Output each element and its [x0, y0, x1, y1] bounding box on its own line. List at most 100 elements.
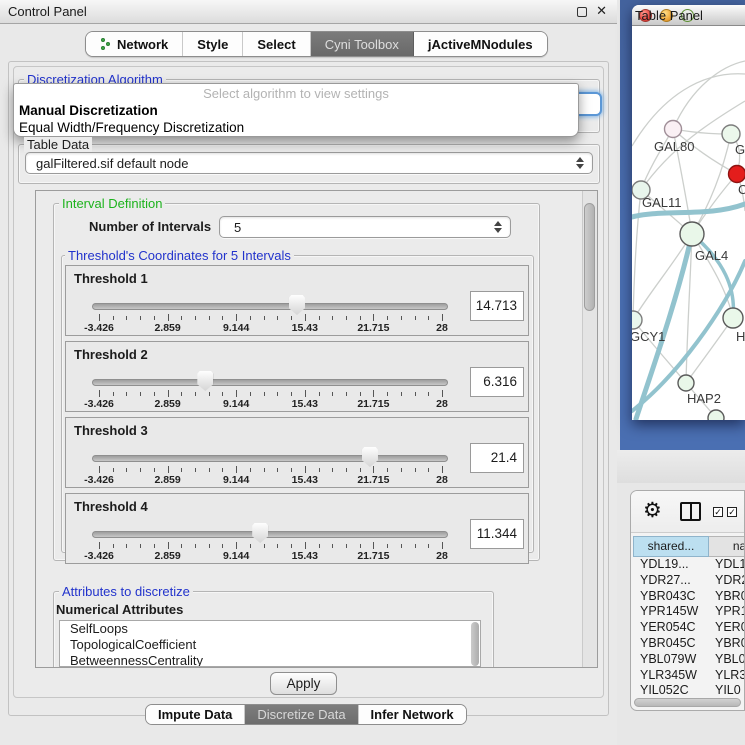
tab-network[interactable]: Network: [86, 32, 183, 56]
threshold-value-field[interactable]: 21.4: [470, 443, 524, 473]
interval-definition-title: Interval Definition: [59, 196, 165, 211]
table-row[interactable]: YPR145WYPR1: [631, 604, 745, 620]
num-intervals-combobox[interactable]: 5: [219, 216, 511, 238]
node-gcy1[interactable]: [632, 311, 642, 329]
close-icon[interactable]: ✕: [596, 3, 607, 19]
apply-button[interactable]: Apply: [270, 672, 337, 695]
node-gal4[interactable]: [680, 222, 704, 246]
cell-name: YLR3: [715, 668, 745, 684]
tab-cyni-toolbox[interactable]: Cyni Toolbox: [311, 32, 414, 56]
list-scrollbar[interactable]: [471, 622, 479, 666]
cell-name: YDR2: [715, 573, 745, 589]
threshold-label: Threshold 4: [74, 499, 148, 514]
checkbox-icon[interactable]: ✓: [727, 507, 737, 517]
num-intervals-label: Number of Intervals: [89, 219, 211, 234]
cell-name: YER0: [715, 620, 745, 636]
column-layout-icon[interactable]: [680, 502, 701, 521]
table-row[interactable]: YLR345WYLR3: [631, 668, 745, 684]
tab-label: jActiveMNodules: [428, 37, 533, 52]
tab-infer-network[interactable]: Infer Network: [359, 705, 466, 724]
table-row[interactable]: YER054C YER0: [631, 620, 745, 636]
node-label: G: [735, 142, 745, 157]
slider-thumb[interactable]: [197, 371, 213, 391]
tick-label: 28: [436, 550, 448, 562]
table-data-title: Table Data: [24, 137, 92, 152]
threshold-value-field[interactable]: 11.344: [470, 519, 524, 549]
network-canvas[interactable]: GAL80 GAL11 GAL4 GCY1 HAP2 H G C: [632, 26, 745, 420]
control-panel-window: Control Panel ✕ Network Style Select Cyn…: [0, 0, 617, 745]
tab-jactivemnodules[interactable]: jActiveMNodules: [414, 32, 547, 56]
tick-label: 15.43: [292, 322, 318, 334]
numerical-attributes-label: Numerical Attributes: [56, 602, 183, 617]
slider-tickmarks: [99, 542, 442, 550]
control-panel-tabs: Network Style Select Cyni Toolbox jActiv…: [85, 31, 548, 57]
tab-impute-data[interactable]: Impute Data: [146, 705, 245, 724]
checkbox-icon[interactable]: ✓: [713, 507, 723, 517]
cell-name: YBR0: [715, 589, 745, 605]
node-label: C: [738, 182, 745, 197]
threshold-panel: Threshold 3 -3.4262.8599.14415.4321.7152…: [65, 417, 529, 488]
node-selected-red[interactable]: [729, 166, 745, 183]
numerical-attributes-list: SelfLoopsTopologicalCoefficientBetweenne…: [59, 620, 481, 667]
dropdown-item-equal-width[interactable]: Equal Width/Frequency Discretization: [19, 120, 244, 135]
column-header-shared-name[interactable]: shared...: [633, 536, 709, 557]
tick-label: 15.43: [292, 550, 318, 562]
dropdown-item-manual[interactable]: Manual Discretization: [19, 103, 158, 118]
table-data-combobox[interactable]: galFiltered.sif default node: [25, 152, 593, 174]
table-row[interactable]: YIL052CYIL0: [631, 683, 745, 699]
node-gal80[interactable]: [665, 121, 682, 138]
node-label: HAP2: [687, 391, 721, 406]
tick-label: 21.715: [357, 474, 389, 486]
horizontal-scrollbar-thumb[interactable]: [634, 698, 741, 707]
node[interactable]: [723, 308, 743, 328]
screen: Control Panel ✕ Network Style Select Cyn…: [0, 0, 745, 745]
slider-track[interactable]: [92, 455, 448, 462]
slider-thumb[interactable]: [289, 295, 305, 315]
tick-label: 28: [436, 474, 448, 486]
tick-label: -3.426: [84, 474, 114, 486]
tick-label: 15.43: [292, 398, 318, 410]
vertical-scrollbar-thumb[interactable]: [584, 203, 595, 311]
gear-icon[interactable]: ⚙: [643, 498, 662, 523]
threshold-panel: Threshold 1 -3.4262.8599.14415.4321.7152…: [65, 265, 529, 336]
tab-label: Cyni Toolbox: [325, 37, 399, 52]
node-hap2[interactable]: [678, 375, 694, 391]
slider-ticklabels: -3.4262.8599.14415.4321.71528: [99, 474, 442, 486]
slider-thumb[interactable]: [362, 447, 378, 467]
slider-thumb[interactable]: [252, 523, 268, 543]
cell-shared-name: YER054C: [640, 620, 696, 636]
attribute-item[interactable]: TopologicalCoefficient: [60, 637, 480, 653]
table-panel-titlebar: [617, 450, 745, 483]
tick-label: 2.859: [154, 550, 180, 562]
attribute-item[interactable]: BetweennessCentrality: [60, 653, 480, 667]
table-row[interactable]: YBL079WYBL0: [631, 652, 745, 668]
node[interactable]: [708, 410, 724, 420]
tick-label: 9.144: [223, 398, 249, 410]
column-header-name[interactable]: na: [709, 536, 745, 557]
table-row[interactable]: YBR045CYBR0: [631, 636, 745, 652]
table-row[interactable]: YDL19...YDL1: [631, 557, 745, 573]
slider-track[interactable]: [92, 379, 448, 386]
float-window-icon[interactable]: [577, 7, 587, 17]
tick-label: 2.859: [154, 474, 180, 486]
table-row[interactable]: YDR27...YDR2: [631, 573, 745, 589]
table-header-row: shared... na: [633, 536, 745, 557]
slider-track[interactable]: [92, 303, 448, 310]
threshold-value-field[interactable]: 14.713: [470, 291, 524, 321]
cell-shared-name: YBR043C: [640, 589, 696, 605]
cell-shared-name: YBL079W: [640, 652, 696, 668]
slider-track[interactable]: [92, 531, 448, 538]
tab-select[interactable]: Select: [243, 32, 310, 56]
control-panel-titlebar: [0, 0, 617, 24]
tab-style[interactable]: Style: [183, 32, 243, 56]
node[interactable]: [722, 125, 740, 143]
threshold-value-field[interactable]: 6.316: [470, 367, 524, 397]
node-label: GAL11: [642, 195, 682, 210]
threshold-label: Threshold 2: [74, 347, 148, 362]
table-row[interactable]: YBR043C YBR0: [631, 589, 745, 605]
tick-label: 28: [436, 322, 448, 334]
attribute-item[interactable]: SelfLoops: [60, 621, 480, 637]
tab-discretize-data[interactable]: Discretize Data: [245, 705, 358, 724]
tick-label: 15.43: [292, 474, 318, 486]
tick-label: 2.859: [154, 398, 180, 410]
